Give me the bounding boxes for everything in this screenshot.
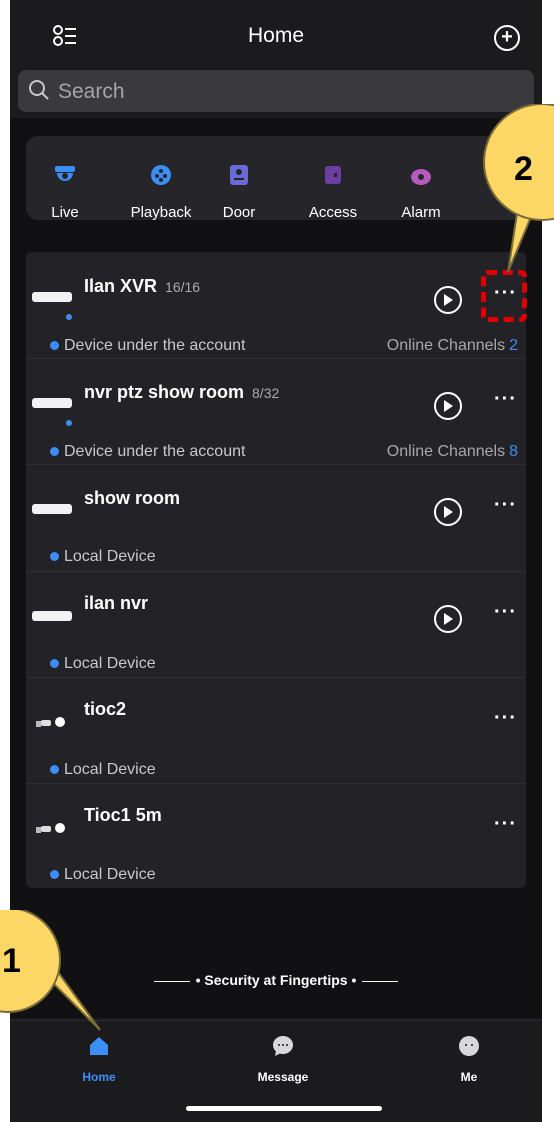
tab-message[interactable]: Message — [238, 1035, 328, 1084]
status-dot — [66, 314, 72, 320]
play-button[interactable] — [434, 498, 462, 526]
more-button[interactable]: ··· — [494, 813, 517, 836]
alarm-icon — [411, 169, 431, 185]
quick-label: Alarm — [401, 204, 441, 221]
camera-icon — [55, 166, 75, 181]
device-row[interactable]: ilan nvr ··· Local Device — [26, 571, 526, 678]
tab-me[interactable]: Me — [424, 1035, 514, 1084]
page-title: Home — [247, 24, 305, 47]
status-bar — [10, 0, 542, 8]
bullet-camera-icon — [36, 717, 65, 727]
device-name: nvr ptz show room 8/32 — [84, 382, 280, 402]
device-source: Device under the account — [50, 443, 245, 461]
play-button[interactable] — [434, 286, 462, 314]
more-button[interactable]: ··· — [494, 601, 517, 624]
divider — [362, 980, 399, 982]
header: Home + — [10, 14, 542, 58]
source-dot — [50, 870, 59, 879]
source-dot — [50, 341, 59, 350]
device-name: Ilan XVR 16/16 — [84, 276, 201, 296]
play-button[interactable] — [434, 605, 462, 633]
search-bar[interactable] — [18, 70, 534, 114]
device-row[interactable]: Ilan XVR 16/16 ··· Device under the accou… — [26, 252, 526, 359]
device-row[interactable]: nvr ptz show room 8/32 ··· Device under t… — [26, 358, 526, 465]
recorder-icon — [32, 504, 72, 514]
quick-label: Playback — [130, 204, 192, 221]
source-dot — [50, 447, 59, 456]
device-row[interactable]: show room ··· Local Device — [26, 464, 526, 572]
quick-playback[interactable]: Playback — [116, 164, 206, 221]
device-name: Tioc1 5m — [84, 805, 162, 825]
quick-label: Door — [222, 204, 256, 221]
divider — [153, 980, 190, 982]
quick-label: Access — [308, 204, 358, 221]
highlight-box — [481, 270, 527, 322]
source-dot — [50, 552, 59, 561]
online-channels: Online Channels 2 — [386, 337, 518, 354]
quick-live[interactable]: Live — [20, 164, 110, 221]
tab-label: Home — [82, 1070, 116, 1084]
device-source: Local Device — [50, 866, 156, 884]
device-list: Ilan XVR 16/16 ··· Device under the accou… — [26, 252, 526, 888]
device-source: Local Device — [50, 548, 156, 566]
search-input[interactable] — [56, 70, 520, 114]
playback-icon — [151, 165, 171, 185]
bullet-camera-icon — [36, 823, 65, 833]
source-dot — [50, 659, 59, 668]
recorder-icon — [32, 398, 72, 408]
door-icon — [230, 165, 248, 185]
device-source: Local Device — [50, 655, 156, 673]
more-button[interactable]: ··· — [494, 388, 517, 411]
online-channels: Online Channels 8 — [386, 443, 518, 460]
source-dot — [50, 765, 59, 774]
home-indicator — [186, 1106, 382, 1111]
tab-home[interactable]: Home — [54, 1035, 144, 1084]
tab-label: Message — [257, 1070, 309, 1084]
search-icon — [29, 80, 49, 100]
callout-2 — [483, 104, 554, 273]
device-name: ilan nvr — [84, 593, 149, 613]
device-source: Local Device — [50, 761, 156, 779]
device-name: tioc2 — [84, 699, 127, 719]
device-source: Device under the account — [50, 337, 245, 355]
message-icon — [273, 1036, 293, 1056]
callout-1-label: 1 — [2, 942, 21, 980]
quick-door[interactable]: Door — [194, 164, 284, 221]
quick-access[interactable]: Access — [288, 164, 378, 221]
more-button[interactable]: ··· — [494, 494, 517, 517]
device-row[interactable]: Tioc1 5m ··· Local Device — [26, 783, 526, 888]
callout-2-label: 2 — [514, 150, 533, 188]
play-button[interactable] — [434, 392, 462, 420]
status-dot — [66, 420, 72, 426]
recorder-icon — [32, 292, 72, 302]
device-name: show room — [84, 488, 181, 508]
profile-icon — [459, 1036, 479, 1056]
device-row[interactable]: tioc2 ··· Local Device — [26, 677, 526, 784]
recorder-icon — [32, 611, 72, 621]
quick-access-bar: Live Playback Door Access Alarm — [26, 136, 526, 221]
add-device-button[interactable]: + — [494, 25, 520, 51]
tab-label: Me — [460, 1070, 478, 1084]
more-button[interactable]: ··· — [494, 707, 517, 730]
quick-label: Live — [51, 204, 79, 221]
quick-alarm[interactable]: Alarm — [376, 164, 466, 221]
access-icon — [325, 166, 341, 184]
